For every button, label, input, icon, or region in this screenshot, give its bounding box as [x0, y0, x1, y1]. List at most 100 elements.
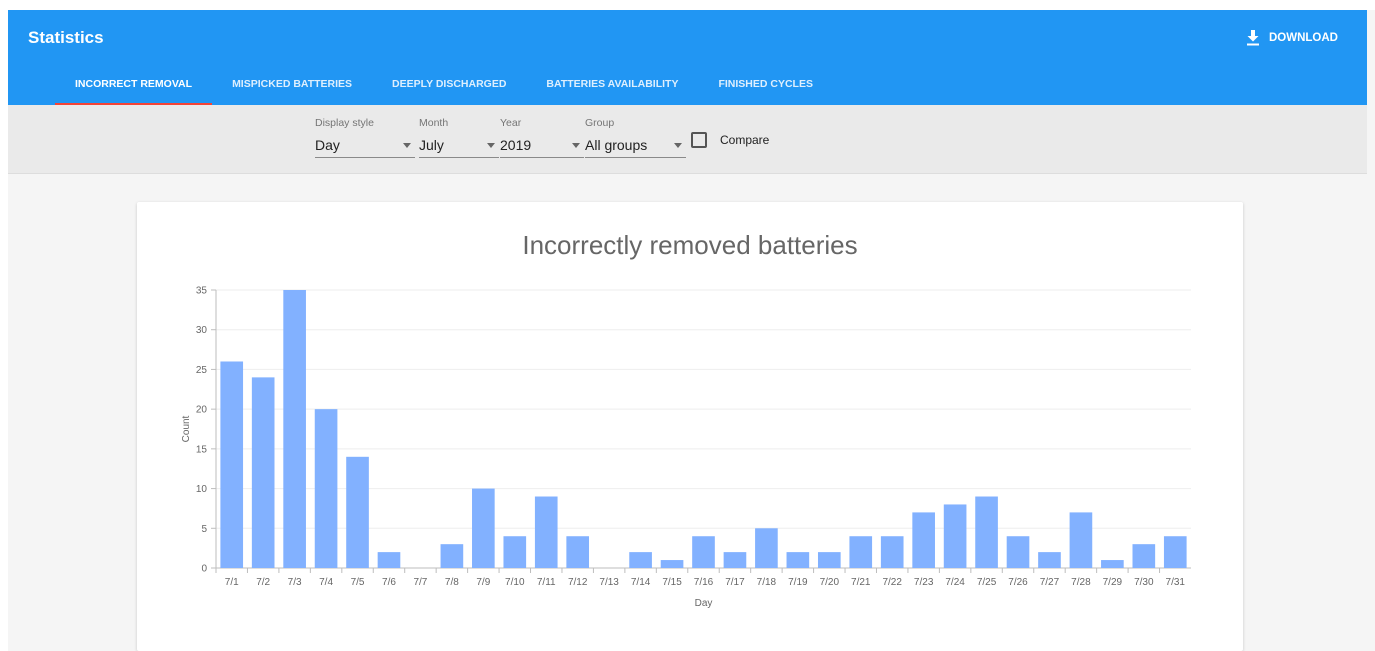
top-strip	[0, 0, 1375, 10]
x-tick-label: 7/14	[631, 577, 651, 588]
y-axis-label: Count	[181, 415, 192, 442]
bar	[314, 409, 338, 568]
tab-incorrect-removal[interactable]: INCORRECT REMOVAL	[55, 73, 213, 105]
bar	[566, 536, 590, 568]
bar	[503, 536, 527, 568]
x-tick-label: 7/15	[662, 577, 682, 588]
group-select[interactable]: All groups	[585, 132, 686, 158]
x-tick-label: 7/23	[914, 577, 934, 588]
group-field: Group All groups	[585, 117, 686, 158]
bar	[912, 512, 935, 568]
x-tick-label: 7/22	[882, 577, 902, 588]
bar-chart: 0 5 10 15 20 25 30 35 7/1 7/2 7/3 7/4 7/5 7/6 7/7 7/8 7/…	[181, 286, 1191, 609]
bar	[1069, 512, 1093, 568]
month-select[interactable]: July	[419, 132, 499, 158]
bar	[943, 504, 967, 568]
x-tick-label: 7/7	[413, 577, 427, 588]
x-tick-label: 7/21	[851, 577, 871, 588]
display-style-select[interactable]: Day	[315, 132, 415, 158]
bar	[723, 552, 747, 568]
x-tick-label: 7/13	[599, 577, 619, 588]
download-icon	[1246, 30, 1260, 46]
x-tick-label: 7/29	[1103, 577, 1123, 588]
x-tick-label: 7/24	[945, 577, 965, 588]
bar	[251, 377, 275, 568]
tab-deeply-discharged[interactable]: DEEPLY DISCHARGED	[372, 73, 526, 105]
y-tick-label: 25	[196, 365, 208, 376]
x-axis-label: Day	[695, 598, 713, 609]
group-label: Group	[585, 117, 615, 129]
bar	[346, 456, 369, 568]
filter-bar: Display style Day Month July Year 2019 G…	[8, 105, 1367, 174]
x-tick-label: 7/20	[820, 577, 840, 588]
chevron-down-icon	[487, 143, 495, 148]
display-style-field: Display style Day	[315, 117, 415, 158]
left-strip	[0, 0, 8, 651]
x-tick-label: 7/6	[382, 577, 396, 588]
download-button[interactable]: DOWNLOAD	[1246, 30, 1338, 46]
tab-bar: INCORRECT REMOVAL MISPICKED BATTERIES DE…	[55, 73, 833, 105]
x-tick-label: 7/27	[1040, 577, 1060, 588]
chevron-down-icon	[403, 143, 411, 148]
bar	[1101, 560, 1124, 568]
x-tick-label: 7/10	[505, 577, 525, 588]
bar	[534, 496, 558, 568]
bar	[283, 290, 306, 568]
x-tick-label: 7/31	[1166, 577, 1186, 588]
download-label: DOWNLOAD	[1269, 32, 1338, 44]
x-tick-label: 7/17	[725, 577, 745, 588]
compare-toggle[interactable]: Compare	[691, 132, 769, 148]
compare-checkbox[interactable]	[691, 132, 707, 148]
bar	[629, 552, 652, 568]
year-select[interactable]: 2019	[500, 132, 584, 158]
bar	[849, 536, 873, 568]
display-style-value: Day	[315, 137, 340, 153]
year-label: Year	[500, 117, 522, 129]
bar	[692, 536, 715, 568]
bar	[377, 552, 401, 568]
x-tick-label: 7/19	[788, 577, 808, 588]
y-tick-label: 30	[196, 325, 208, 336]
chart-card: 0 5 10 15 20 25 30 35 7/1 7/2 7/3 7/4 7/5 7/6 7/7 7/8 7/…	[137, 202, 1243, 651]
page-title: Statistics	[28, 28, 104, 47]
group-value: All groups	[585, 137, 648, 153]
month-field: Month July	[419, 117, 499, 158]
bar	[755, 528, 778, 568]
display-style-label: Display style	[315, 117, 374, 129]
x-tick-label: 7/2	[256, 577, 270, 588]
bar	[1132, 544, 1156, 568]
y-tick-label: 5	[201, 524, 207, 535]
x-tick-label: 7/18	[757, 577, 777, 588]
tab-batteries-availability[interactable]: BATTERIES AVAILABILITY	[526, 73, 698, 105]
x-tick-label: 7/11	[537, 577, 556, 588]
y-tick-label: 35	[196, 286, 208, 297]
year-field: Year 2019	[500, 117, 584, 158]
x-tick-label: 7/26	[1008, 577, 1028, 588]
compare-label: Compare	[720, 133, 770, 147]
tab-finished-cycles[interactable]: FINISHED CYCLES	[698, 73, 833, 105]
bar	[786, 552, 810, 568]
y-tick-label: 20	[196, 405, 208, 416]
chart-title: Incorrectly removed batteries	[522, 230, 858, 260]
bar	[220, 361, 244, 568]
tab-mispicked-batteries[interactable]: MISPICKED BATTERIES	[212, 73, 372, 105]
x-tick-label: 7/5	[351, 577, 365, 588]
x-tick-label: 7/12	[568, 577, 588, 588]
x-tick-label: 7/9	[476, 577, 490, 588]
bar	[817, 552, 841, 568]
x-tick-label: 7/1	[225, 577, 239, 588]
bar	[1006, 536, 1030, 568]
x-tick-label: 7/3	[288, 577, 302, 588]
year-value: 2019	[500, 137, 532, 153]
chevron-down-icon	[572, 143, 580, 148]
chevron-down-icon	[674, 143, 682, 148]
x-tick-label: 7/30	[1134, 577, 1154, 588]
month-label: Month	[419, 117, 449, 129]
bar	[660, 560, 684, 568]
bar	[880, 536, 904, 568]
bar	[440, 544, 464, 568]
y-tick-label: 15	[196, 444, 208, 455]
month-value: July	[419, 137, 444, 153]
x-tick-label: 7/4	[319, 577, 333, 588]
y-tick-label: 10	[196, 484, 208, 495]
